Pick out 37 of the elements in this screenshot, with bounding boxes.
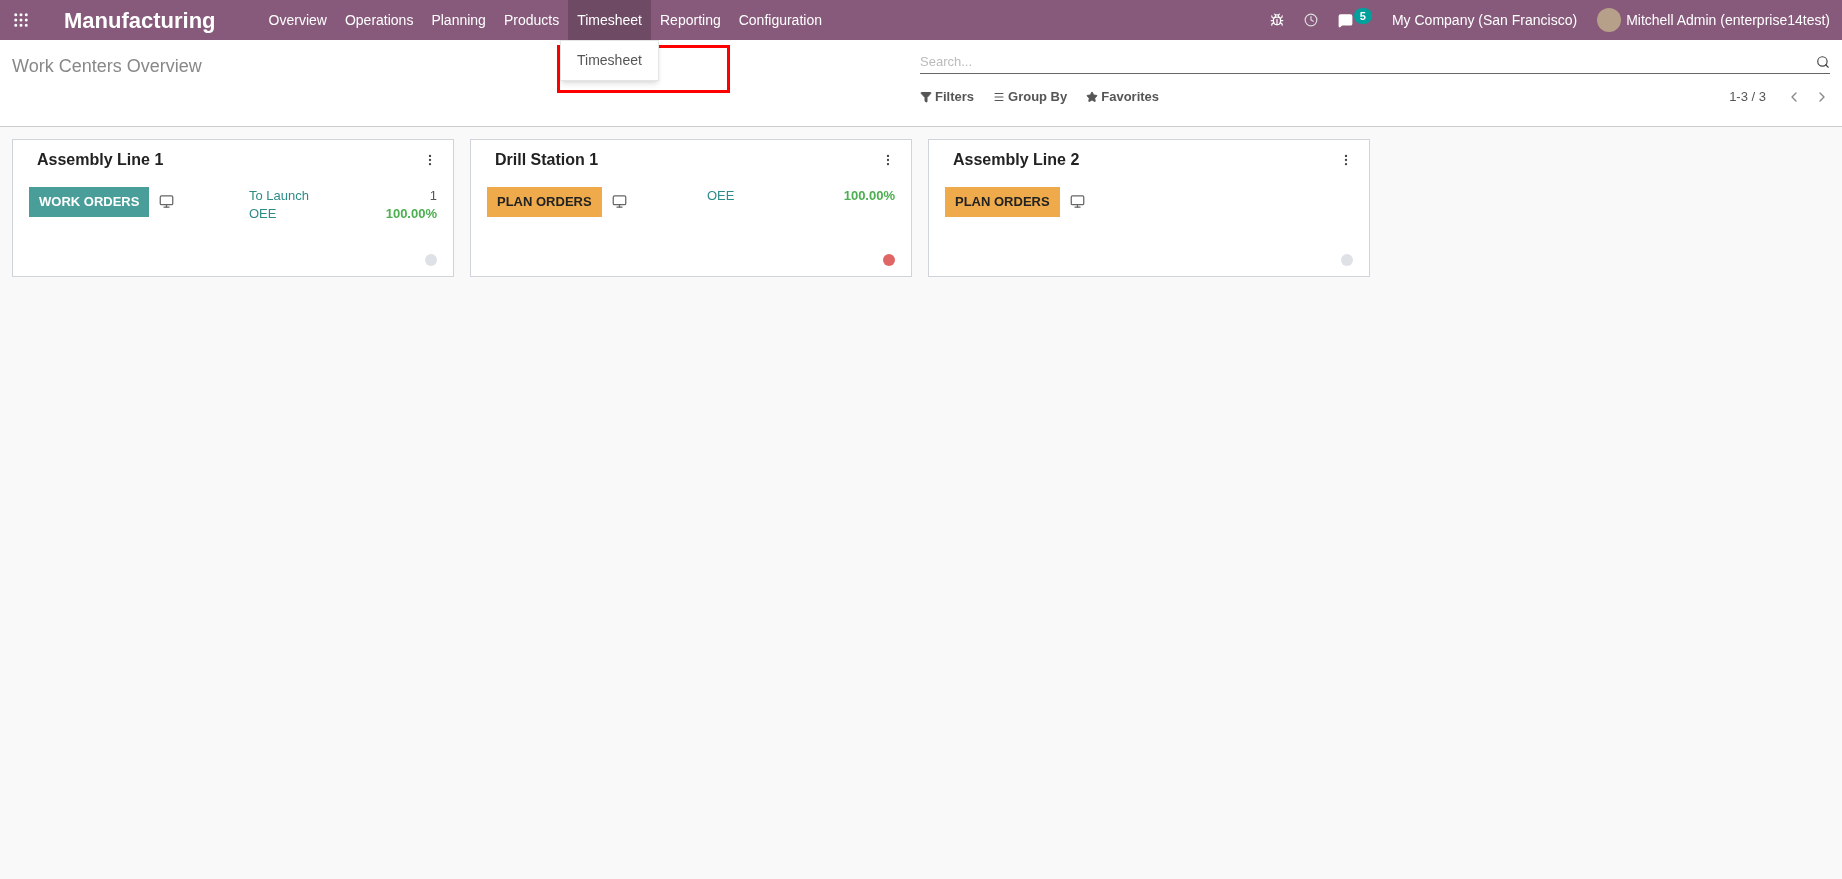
- menu-item[interactable]: Overview: [259, 0, 336, 40]
- app-name: Manufacturing: [64, 6, 216, 35]
- stat-value: 100.00%: [385, 205, 437, 223]
- user-menu[interactable]: Mitchell Admin (enterprise14test): [1626, 9, 1830, 31]
- company-switcher[interactable]: My Company (San Francisco): [1391, 9, 1578, 31]
- chat-icon[interactable]: [1337, 12, 1353, 28]
- card-title: Drill Station 1: [495, 150, 599, 170]
- message-count-badge: 5: [1353, 7, 1372, 25]
- menu-item[interactable]: Products: [494, 0, 569, 40]
- monitor-icon[interactable]: [1069, 194, 1085, 209]
- apps-menu-icon[interactable]: [12, 11, 30, 29]
- stat-link[interactable]: OEE: [249, 205, 277, 223]
- filter-toggle[interactable]: Favorites: [1086, 87, 1160, 107]
- card-title: Assembly Line 1: [37, 150, 164, 170]
- orders-button[interactable]: PLAN ORDERS: [945, 187, 1060, 217]
- pager-value: 1-3 / 3: [1729, 88, 1766, 106]
- card-title: Assembly Line 2: [953, 150, 1080, 170]
- filter-toggle[interactable]: Filters: [920, 87, 974, 107]
- stat-value: 1: [429, 187, 437, 205]
- menu-item[interactable]: Operations: [335, 0, 423, 40]
- orders-button[interactable]: WORK ORDERS: [29, 187, 150, 217]
- stat-link[interactable]: OEE: [707, 187, 735, 205]
- stat-value: 100.00%: [843, 187, 895, 205]
- page-title: Work Centers Overview: [12, 56, 202, 76]
- search-icon[interactable]: [1816, 54, 1830, 69]
- filter-toggle[interactable]: Group By: [993, 87, 1068, 107]
- orders-button[interactable]: PLAN ORDERS: [487, 187, 602, 217]
- search-field[interactable]: Search...: [920, 51, 1816, 72]
- monitor-icon[interactable]: [159, 194, 175, 209]
- bug-icon[interactable]: [1269, 13, 1284, 27]
- clock-icon[interactable]: [1303, 13, 1318, 27]
- stat-link[interactable]: To Launch: [249, 187, 309, 205]
- menu-item[interactable]: Configuration: [729, 0, 831, 40]
- monitor-icon[interactable]: [611, 194, 627, 209]
- menu-item[interactable]: Planning: [422, 0, 495, 40]
- menu-item[interactable]: Reporting: [651, 0, 730, 40]
- menu-item[interactable]: Timesheet: [568, 0, 651, 40]
